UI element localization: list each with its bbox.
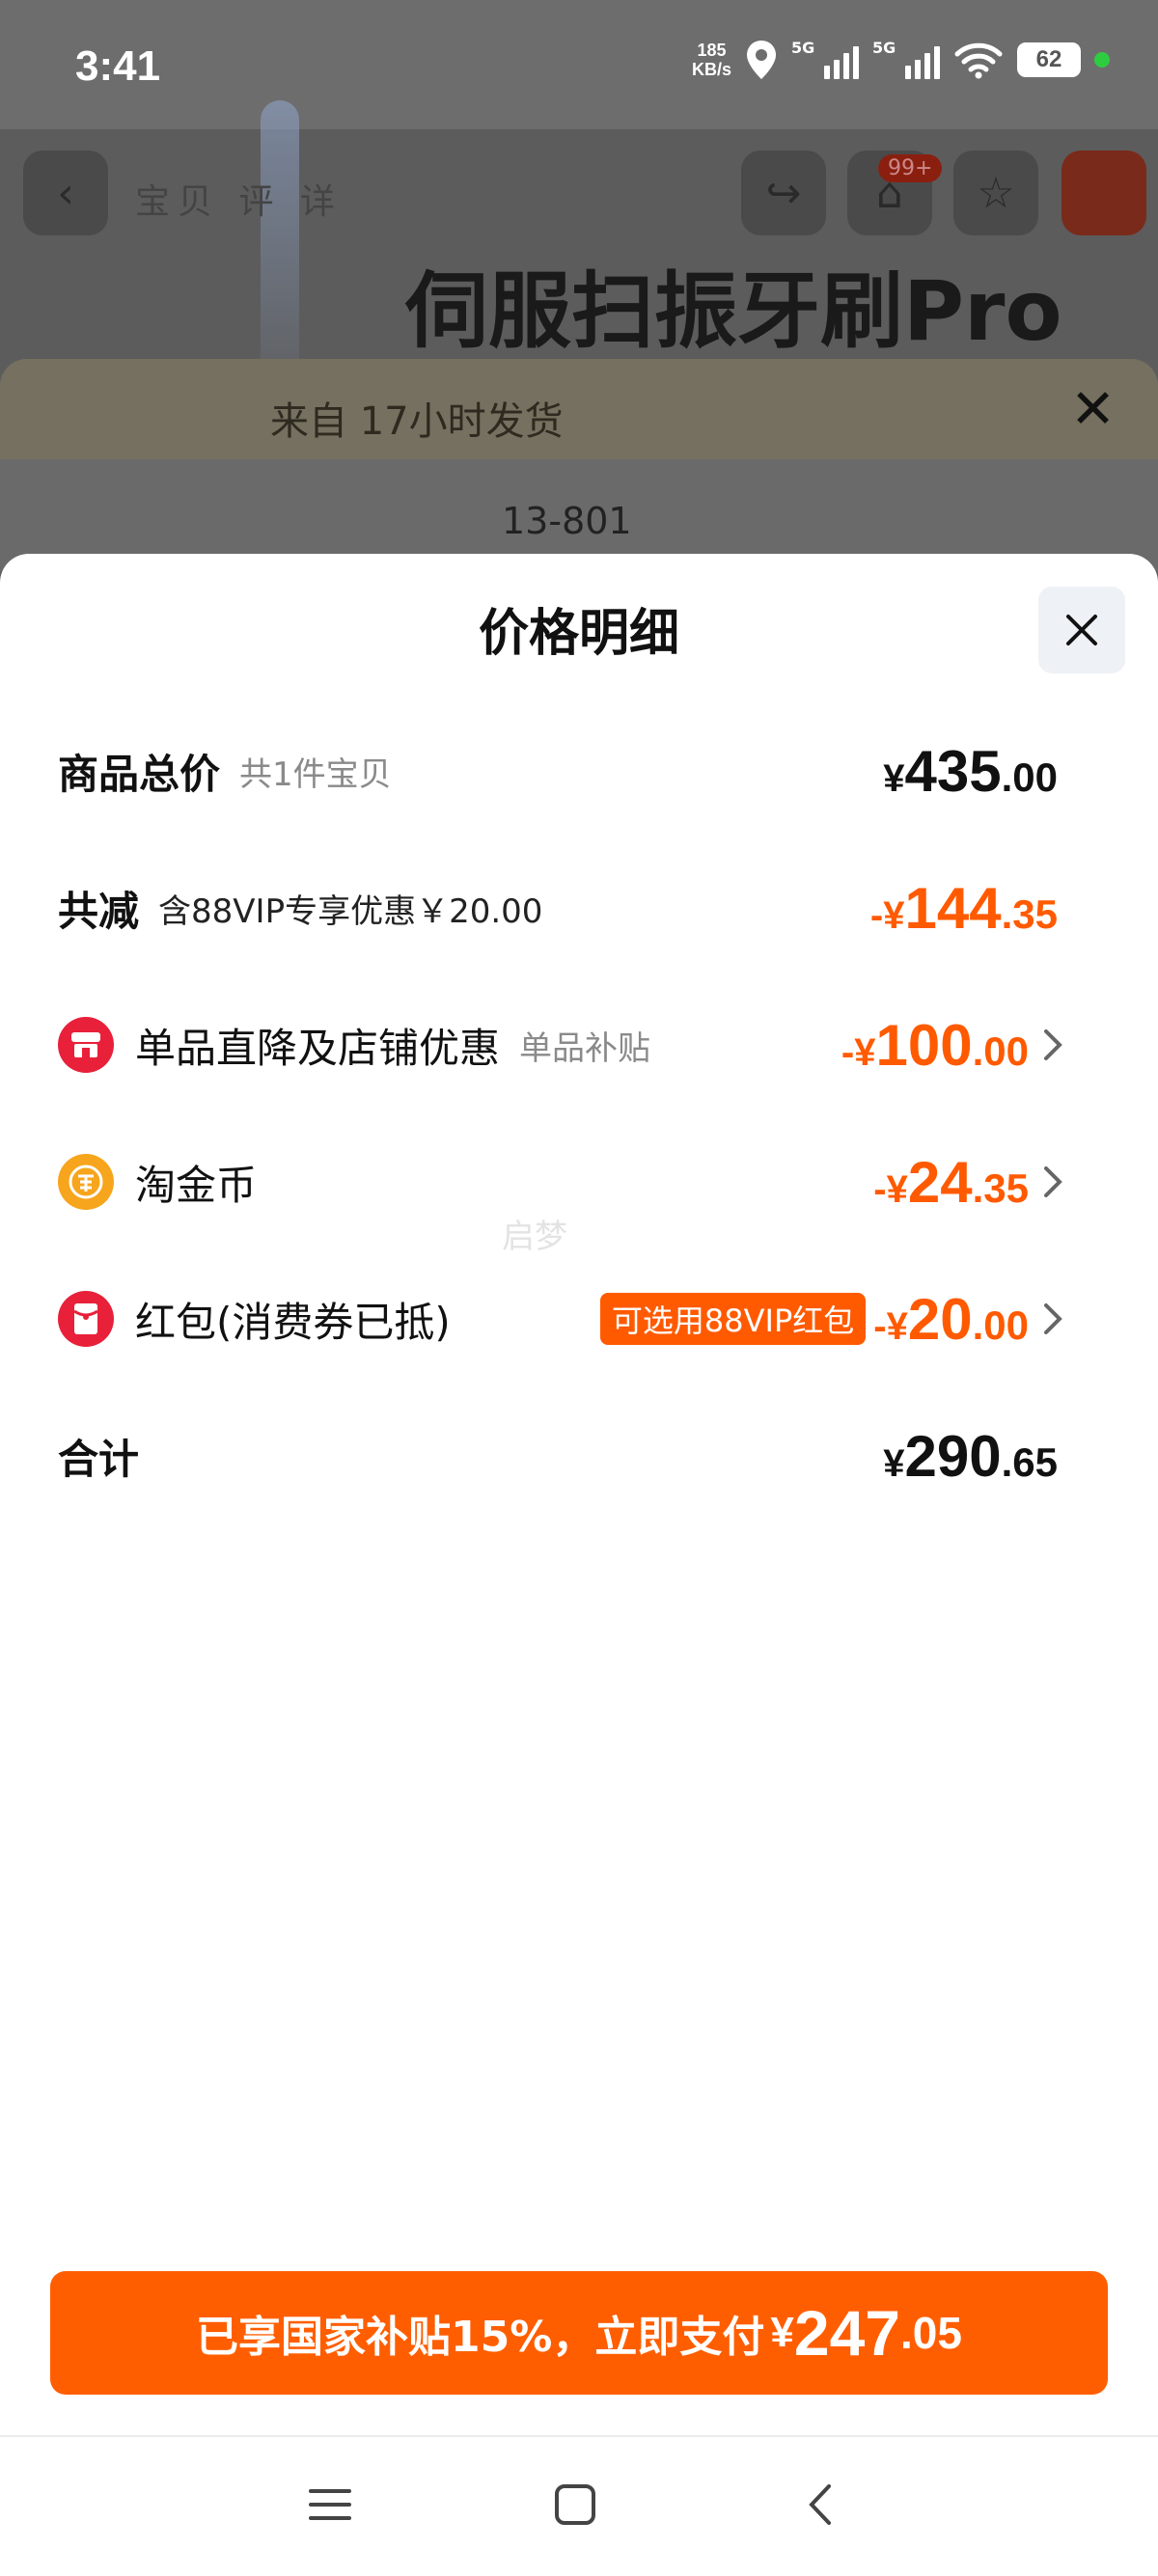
wifi-icon — [954, 42, 1003, 79]
chevron-right-icon — [1044, 1166, 1062, 1197]
row-sub: 含88VIP专享优惠￥20.00 — [158, 891, 543, 931]
address-text: 13-801 — [502, 500, 632, 542]
favorite-icon: ☆ — [953, 151, 1038, 235]
network-speed: 185 KB/s — [691, 41, 731, 79]
coin-icon — [58, 1154, 114, 1210]
status-bar: 3:41 185 KB/s 5G 5G 62 — [0, 0, 1158, 129]
privacy-indicator-icon — [1094, 52, 1110, 68]
close-icon: ✕ — [1070, 378, 1116, 441]
share-icon: ↪ — [741, 151, 826, 235]
store-discount-price: -¥100.00 — [841, 1012, 1029, 1078]
red-packet-row[interactable]: 红包(消费券已抵) 可选用88VIP红包 -¥20.00 — [58, 1275, 1100, 1362]
store-icon — [58, 1017, 114, 1073]
row-sub: 共1件宝贝 — [239, 754, 392, 794]
pay-now-button[interactable]: 已享国家补贴15%，立即支付 ¥ 247 .05 — [50, 2271, 1108, 2395]
product-title: 伺服扫振牙刷Pro — [405, 263, 1062, 360]
subtotal-price: ¥435.00 — [883, 738, 1058, 804]
system-navigation-bar — [0, 2437, 1158, 2576]
row-label: 单品直降及店铺优惠 — [135, 1024, 501, 1072]
row-label: 共减 — [58, 887, 140, 935]
red-packet-icon — [58, 1291, 114, 1347]
row-label: 红包(消费券已抵) — [135, 1298, 451, 1346]
taojinbi-row[interactable]: 淘金币 -¥24.35 — [58, 1138, 1100, 1225]
row-label: 商品总价 — [58, 750, 221, 798]
taojinbi-price: -¥24.35 — [873, 1149, 1029, 1215]
sheet-title: 价格明细 — [478, 605, 679, 663]
chevron-right-icon — [1044, 1029, 1062, 1060]
total-price: ¥290.65 — [883, 1423, 1058, 1489]
chevron-right-icon — [1044, 1303, 1062, 1334]
total-discount-price: -¥144.35 — [869, 875, 1058, 941]
cart-badge: 99+ — [878, 154, 943, 182]
row-label: 淘金币 — [135, 1161, 258, 1209]
total-row: 合计 ¥290.65 — [58, 1412, 1100, 1499]
total-discount-row: 共减 含88VIP专享优惠￥20.00 -¥144.35 — [58, 864, 1100, 951]
signal-icon: 5G — [791, 39, 859, 79]
background-product-page: ‹ 宝贝 评 详 ↪ ⌂ 99+ ☆ 伺服扫振牙刷Pro 来自 17小时发货 ✕… — [0, 100, 1158, 571]
row-label: 合计 — [58, 1435, 140, 1483]
price-detail-sheet: 价格明细 商品总价 共1件宝贝 ¥435.00 共减 含88VIP专享优惠￥20… — [0, 554, 1158, 2576]
status-icons: 185 KB/s 5G 5G 62 — [692, 39, 1110, 81]
close-icon — [1066, 615, 1097, 645]
status-time: 3:41 — [75, 42, 161, 90]
store-discount-row[interactable]: 单品直降及店铺优惠 单品补贴 -¥100.00 — [58, 1001, 1100, 1088]
close-button[interactable] — [1038, 587, 1125, 673]
vip-red-packet-tag[interactable]: 可选用88VIP红包 — [599, 1293, 867, 1345]
location-icon — [747, 41, 776, 79]
menu-icon[interactable] — [301, 2476, 359, 2534]
shipping-notice: 来自 17小时发货 ✕ — [0, 359, 1158, 459]
home-icon[interactable] — [546, 2476, 604, 2534]
avatar — [1062, 151, 1146, 235]
red-packet-price: -¥20.00 — [873, 1286, 1029, 1352]
watermark: 启梦 — [502, 1218, 567, 1256]
battery-icon: 62 — [1017, 42, 1081, 77]
background-tabs: 宝贝 评 详 — [135, 182, 343, 222]
signal-icon: 5G — [872, 39, 940, 79]
subtotal-row: 商品总价 共1件宝贝 ¥435.00 — [58, 727, 1100, 814]
back-icon[interactable] — [791, 2476, 849, 2534]
back-icon: ‹ — [23, 151, 108, 235]
row-sub: 单品补贴 — [519, 1028, 651, 1068]
